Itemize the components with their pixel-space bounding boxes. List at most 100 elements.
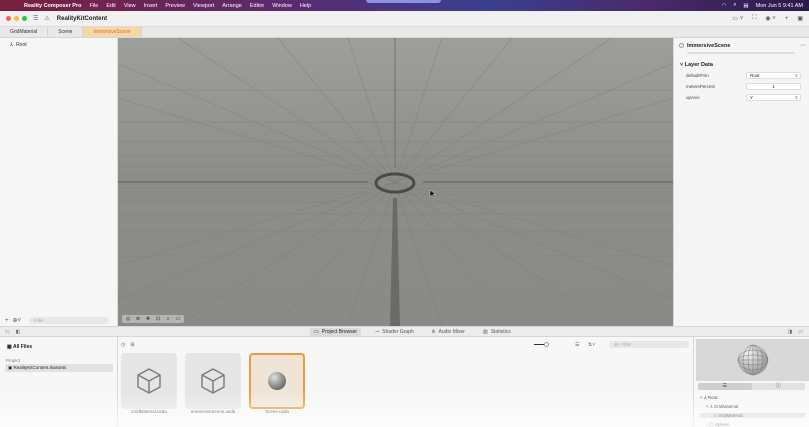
history-icon[interactable]: ◷ [121, 342, 125, 348]
3d-viewport[interactable]: ◎ ⊕ ✥ ⊡ ⌕ ▭ [118, 38, 673, 326]
new-folder-icon[interactable]: ⊞ [130, 342, 134, 348]
preview-tree-sphere[interactable]: › ◯ Sphere [706, 422, 730, 427]
window-toolbar: ☰ ⚠ RealityKitContent ▭ ˅ ⛶ ◉ ˅ + ▣ [0, 11, 809, 27]
panel-toggle-icon[interactable]: ▭ [5, 329, 10, 335]
info-segment-icon[interactable]: ⓘ [752, 383, 806, 390]
viewport-tools: ◎ ⊕ ✥ ⊡ ⌕ ▭ [122, 315, 184, 323]
pan-tool-icon[interactable]: ⊕ [134, 316, 142, 322]
camera-tool-icon[interactable]: ▭ [174, 316, 182, 322]
filter-menu-icon: ⊕˅ [614, 342, 622, 347]
sort-icon[interactable]: ⇅˅ [588, 342, 595, 348]
zoom-button[interactable] [22, 16, 27, 21]
audio-mixer-icon: ılı [431, 328, 436, 335]
tab-project-browser[interactable]: ▭ Project Browser [310, 327, 362, 336]
hierarchy-item-root[interactable]: ⅄ Root [10, 42, 27, 48]
preview-panel: ☰ ⓘ ˅ ⅄ Root ˅ ⅄ GridMaterial ◐ GridMate… [693, 337, 809, 427]
preview-tree-material[interactable]: ◐ GridMaterial [700, 413, 805, 418]
project-item-rkassets[interactable]: ▣ RealityKitContent.rkassets [5, 364, 113, 372]
inspector-slider[interactable] [687, 52, 795, 54]
meters-per-unit-field[interactable]: 1 [746, 83, 801, 90]
tab-label: Shader Graph [382, 328, 414, 335]
tab-audio-mixer[interactable]: ılı Audio Mixer [428, 328, 469, 336]
viewport-grid [118, 38, 673, 326]
sidebar-icon[interactable]: ◧ [16, 329, 21, 335]
package-icon: ▣ [8, 365, 13, 370]
menu-bar: Reality Composer Pro File Edit View Inse… [0, 0, 809, 11]
warning-icon[interactable]: ⚠ [44, 15, 49, 22]
preview-tree-gridmaterial[interactable]: ˅ ⅄ GridMaterial [706, 404, 738, 410]
document-tabs: GridMaterial Scene ImmersiveScene [0, 27, 809, 38]
section-title: Layer Data [684, 62, 713, 68]
row-label: defaultPrim [686, 73, 709, 78]
camera-menu-icon[interactable]: ◉ ˅ [765, 15, 775, 22]
all-files-item[interactable]: ▦ All Files [7, 344, 32, 350]
tab-immersivescene[interactable]: ImmersiveScene [83, 27, 142, 37]
preview-tree-root[interactable]: ˅ ⅄ Root [700, 395, 717, 401]
split-view-icon[interactable]: ◨ [788, 329, 793, 335]
display-menu-icon[interactable]: ▭ ˅ [732, 15, 743, 22]
statistics-icon: ▥ [482, 328, 488, 335]
menu-app-name[interactable]: Reality Composer Pro [24, 3, 81, 9]
minimize-button[interactable] [14, 16, 19, 21]
tab-scene[interactable]: Scene [48, 27, 84, 37]
hierarchy-segment-icon[interactable]: ☰ [698, 383, 752, 390]
scene-icon [679, 43, 684, 48]
shader-graph-icon: ⊸ [375, 328, 380, 335]
menu-file[interactable]: File [89, 3, 98, 9]
select-chevron-icon: ⇕ [794, 73, 798, 78]
default-prim-select[interactable]: Root ⇕ [746, 72, 801, 79]
menu-insert[interactable]: Insert [144, 3, 158, 9]
add-icon[interactable]: + [785, 16, 789, 22]
menu-viewport[interactable]: Viewport [193, 3, 214, 9]
menu-help[interactable]: Help [300, 3, 311, 9]
control-center-icon[interactable]: ▤ [743, 3, 748, 9]
preview-image[interactable] [696, 339, 809, 381]
scene-hierarchy-panel: ⅄ Root + ⊕˅ Filter [0, 38, 118, 326]
asset-gridmaterial[interactable] [121, 353, 177, 409]
layer-data-section[interactable]: ˅ Layer Data [680, 62, 713, 68]
disclosure-chevron-icon[interactable]: ˅ [680, 62, 683, 68]
traffic-lights [6, 16, 27, 21]
search-icon[interactable]: ⌕ [733, 2, 736, 9]
menu-window[interactable]: Window [272, 3, 292, 9]
asset-immersivescene[interactable] [185, 353, 241, 409]
browser-filter-input[interactable]: ⊕˅ Filter [609, 341, 689, 348]
more-options-icon[interactable]: ⋯ [800, 42, 806, 49]
component-menu-icon[interactable]: ⊕˅ [13, 317, 22, 324]
hierarchy-tool-icon[interactable]: ⛶ [752, 15, 756, 22]
preview-toggle-icon[interactable]: ▭ [798, 329, 803, 335]
close-button[interactable] [6, 16, 11, 21]
hierarchy-filter-input[interactable]: Filter [29, 317, 110, 324]
menu-edit[interactable]: Edit [106, 3, 115, 9]
cube-icon [137, 368, 161, 394]
bottom-tab-bar: ▭ ◧ ▭ Project Browser ⊸ Shader Graph ılı… [0, 326, 809, 337]
clock[interactable]: Mon Jun 5 9:41 AM [756, 3, 803, 9]
row-default-prim: defaultPrim Root ⇕ [686, 72, 802, 79]
frame-tool-icon[interactable]: ⊡ [154, 316, 162, 322]
zoom-tool-icon[interactable]: ⌕ [164, 316, 172, 322]
row-up-axis: upAxis Y ⇕ [686, 94, 802, 101]
wifi-icon[interactable]: ◠ [722, 3, 727, 9]
up-axis-select[interactable]: Y ⇕ [746, 94, 801, 101]
asset-scene[interactable] [249, 353, 305, 409]
menu-preview[interactable]: Preview [165, 3, 185, 9]
move-tool-icon[interactable]: ✥ [144, 316, 152, 322]
menu-editor[interactable]: Editor [250, 3, 264, 9]
tab-shader-graph[interactable]: ⊸ Shader Graph [371, 328, 418, 336]
tab-gridmaterial[interactable]: GridMaterial [0, 27, 49, 37]
list-view-icon[interactable]: ☰ [575, 342, 579, 348]
tab-label: Statistics [490, 328, 511, 335]
menu-arrange[interactable]: Arrange [222, 3, 242, 9]
hierarchy-item-label: Root [16, 42, 27, 48]
orbit-tool-icon[interactable]: ◎ [124, 316, 132, 322]
all-files-icon: ▦ [7, 344, 12, 350]
inspector-toggle-icon[interactable]: ▣ [797, 15, 803, 22]
add-entity-icon[interactable]: + [5, 318, 9, 324]
inspector-panel: ImmersiveScene ⋯ ˅ Layer Data defaultPri… [673, 38, 809, 326]
project-section-label: Project [6, 358, 21, 363]
row-label: upAxis [686, 95, 700, 100]
slider-knob[interactable] [544, 342, 549, 347]
sidebar-toggle-icon[interactable]: ☰ [33, 15, 38, 22]
menu-view[interactable]: View [124, 3, 136, 9]
tab-statistics[interactable]: ▥ Statistics [479, 328, 515, 336]
